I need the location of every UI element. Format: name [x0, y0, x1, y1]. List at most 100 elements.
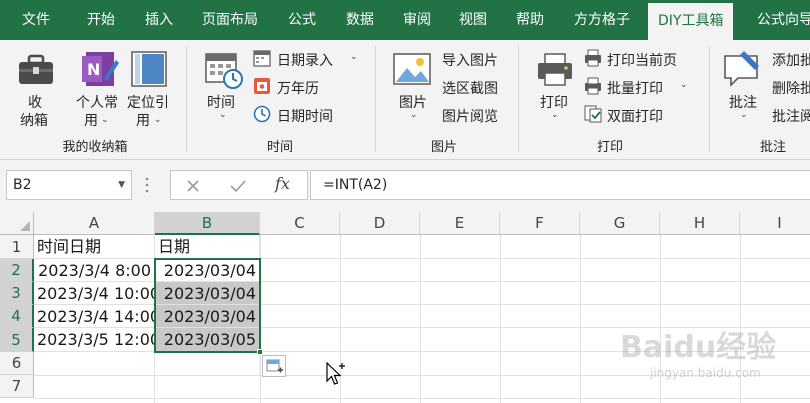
date-entry-label: 日期录入 — [277, 53, 333, 69]
formula-actions: fx — [170, 170, 308, 200]
row-header-5[interactable]: 5 — [0, 328, 34, 352]
tab-review[interactable]: 审阅 — [403, 0, 431, 40]
chevron-down-icon: ⌄ — [410, 110, 418, 120]
datetime-label: 日期时间 — [277, 109, 333, 125]
formula-bar: B2 ▼ fx =INT(A2) — [0, 160, 810, 212]
box-label-2: 纳箱 — [20, 113, 48, 129]
tab-diy-toolbox[interactable]: DIY工具箱 — [648, 3, 734, 40]
delete-comment-button[interactable]: 删除批 — [772, 78, 810, 98]
worksheet-grid: A B C D E F G H I 1 2 3 4 5 6 7 时间日期 日期 … — [0, 212, 810, 403]
tab-file[interactable]: 文件 — [22, 0, 50, 40]
comment-label: 批注 — [729, 95, 757, 111]
tab-page-layout[interactable]: 页面布局 — [202, 0, 258, 40]
picture-icon — [393, 53, 431, 85]
duplex-print-label: 双面打印 — [607, 109, 663, 125]
row-header-4[interactable]: 4 — [0, 305, 34, 328]
calendar-clock-icon — [205, 53, 243, 89]
row-header-7[interactable]: 7 — [0, 375, 34, 398]
group-label-comment: 批注 — [759, 140, 786, 155]
clock-icon — [253, 105, 271, 123]
tab-insert[interactable]: 插入 — [145, 0, 173, 40]
batch-print-label: 批量打印 — [607, 81, 663, 97]
calendar-label: 万年历 — [277, 81, 319, 97]
group-divider — [375, 46, 376, 152]
column-header-f[interactable]: F — [500, 212, 580, 235]
group-divider — [709, 46, 710, 152]
print-page-icon — [585, 49, 601, 67]
date-entry-icon — [253, 50, 271, 67]
insert-function-button[interactable]: fx — [275, 174, 290, 193]
group-label-picture: 图片 — [430, 140, 457, 155]
group-divider — [518, 46, 519, 152]
column-header-h[interactable]: H — [660, 212, 740, 235]
column-header-c[interactable]: C — [260, 212, 340, 235]
excel-window: 文件 开始 插入 页面布局 公式 数据 审阅 视图 帮助 方方格子 DIY工具箱… — [0, 0, 810, 403]
comment-browse-button[interactable]: 批注阅 — [772, 106, 810, 126]
select-all-triangle-icon — [20, 221, 30, 231]
personal-label-2: 用 — [84, 113, 98, 129]
duplex-print-icon — [584, 105, 602, 123]
perpetual-calendar-icon — [254, 78, 270, 94]
column-header-a[interactable]: A — [34, 212, 155, 235]
row-header-6[interactable]: 6 — [0, 352, 34, 375]
drag-handle-icon[interactable] — [145, 176, 149, 194]
group-label-my-box: 我的收纳箱 — [62, 140, 128, 155]
tab-fangfang[interactable]: 方方格子 — [574, 0, 630, 40]
comment-icon — [724, 51, 759, 87]
personal-label-1: 个人常 — [76, 95, 118, 111]
formula-input[interactable]: =INT(A2) — [310, 170, 810, 200]
confirm-icon[interactable] — [229, 178, 247, 194]
svg-text:N: N — [87, 60, 100, 79]
tab-data[interactable]: 数据 — [346, 0, 374, 40]
select-all-corner[interactable] — [0, 212, 34, 235]
position-label-2: 用 — [136, 113, 150, 129]
menu-bar: 文件 开始 插入 页面布局 公式 数据 审阅 视图 帮助 方方格子 DIY工具箱… — [0, 0, 810, 40]
row-header-2[interactable]: 2 — [0, 259, 34, 282]
position-label-1: 定位引 — [127, 95, 169, 111]
print-current-label: 打印当前页 — [607, 53, 677, 69]
mouse-pointer-icon — [326, 362, 345, 385]
watermark-url: jingyan.baidu.com — [650, 366, 761, 380]
tab-help[interactable]: 帮助 — [516, 0, 544, 40]
picture-browse-button[interactable]: 图片阅览 — [442, 106, 498, 126]
chevron-down-icon: ⌄ — [154, 115, 162, 125]
chevron-down-icon: ⌄ — [219, 110, 227, 120]
column-header-b[interactable]: B — [155, 212, 260, 235]
quick-analysis-icon — [266, 359, 283, 373]
watermark-logo: Baidu经验 — [620, 330, 777, 365]
tab-formulas[interactable]: 公式 — [288, 0, 316, 40]
group-label-print: 打印 — [596, 140, 623, 155]
ribbon: 收 纳箱 N 个人常 用 ⌄ 定位引 用 ⌄ 我的收纳箱 时间 ⌄ 日期录入 ⌄… — [0, 40, 810, 160]
group-divider — [186, 46, 187, 152]
name-box-value: B2 — [13, 177, 32, 193]
box-label-1: 收 — [28, 95, 42, 111]
cancel-icon[interactable] — [185, 178, 201, 194]
chevron-down-icon[interactable]: ▼ — [118, 171, 125, 199]
column-header-i[interactable]: I — [740, 212, 810, 235]
row-header-1[interactable]: 1 — [0, 235, 34, 259]
add-comment-button[interactable]: 添加批 — [772, 50, 810, 70]
position-reference-icon — [131, 51, 167, 87]
tab-view[interactable]: 视图 — [459, 0, 487, 40]
chevron-down-icon: ⌄ — [101, 115, 109, 125]
time-label: 时间 — [207, 95, 235, 111]
chevron-down-icon: ⌄ — [350, 52, 358, 62]
name-box[interactable]: B2 ▼ — [6, 170, 132, 200]
column-header-d[interactable]: D — [340, 212, 420, 235]
batch-print-icon — [585, 77, 601, 95]
tab-formula-wizard[interactable]: 公式向导 — [757, 0, 810, 40]
column-header-e[interactable]: E — [420, 212, 500, 235]
tab-home[interactable]: 开始 — [87, 0, 115, 40]
row-header-3[interactable]: 3 — [0, 282, 34, 305]
personal-notebook-icon: N — [82, 52, 119, 86]
column-header-g[interactable]: G — [580, 212, 660, 235]
picture-label: 图片 — [399, 95, 427, 111]
quick-analysis-button[interactable] — [262, 355, 286, 377]
chevron-down-icon: ⌄ — [680, 80, 688, 90]
toolbox-icon — [19, 54, 53, 84]
printer-icon — [538, 53, 572, 86]
print-label: 打印 — [540, 95, 568, 111]
import-picture-button[interactable]: 导入图片 — [442, 50, 498, 70]
chevron-down-icon: ⌄ — [740, 110, 748, 120]
region-capture-button[interactable]: 选区截图 — [442, 78, 498, 98]
